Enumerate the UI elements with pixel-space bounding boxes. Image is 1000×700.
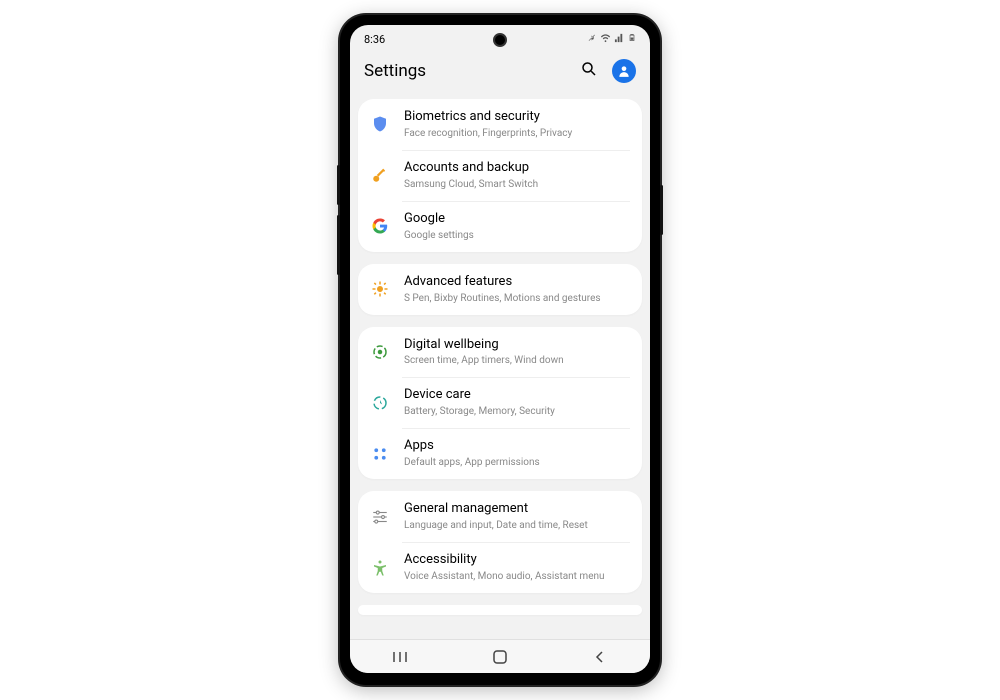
row-title: Device care: [404, 387, 630, 404]
row-text: General managementLanguage and input, Da…: [404, 501, 630, 532]
row-title: Advanced features: [404, 274, 630, 291]
row-text: AppsDefault apps, App permissions: [404, 438, 630, 469]
settings-list[interactable]: Biometrics and securityFace recognition,…: [350, 93, 650, 639]
row-text: AccessibilityVoice Assistant, Mono audio…: [404, 552, 630, 583]
row-subtitle: Voice Assistant, Mono audio, Assistant m…: [404, 570, 630, 583]
settings-group: General managementLanguage and input, Da…: [358, 491, 642, 593]
settings-row-accounts-and-backup[interactable]: Accounts and backupSamsung Cloud, Smart …: [358, 150, 642, 201]
settings-group: Biometrics and securityFace recognition,…: [358, 99, 642, 252]
wifi-icon: [600, 32, 611, 46]
page-title: Settings: [364, 61, 426, 81]
recent-apps-button[interactable]: [380, 650, 420, 664]
row-title: Google: [404, 211, 630, 228]
row-subtitle: Default apps, App permissions: [404, 456, 630, 469]
apps-grid-icon: [370, 444, 390, 464]
row-subtitle: Face recognition, Fingerprints, Privacy: [404, 127, 630, 140]
app-header: Settings: [350, 49, 650, 93]
power-button: [660, 185, 663, 235]
row-subtitle: Language and input, Date and time, Reset: [404, 519, 630, 532]
row-text: Biometrics and securityFace recognition,…: [404, 109, 630, 140]
phone-frame: 8:36 Settings: [340, 15, 660, 685]
settings-row-apps[interactable]: AppsDefault apps, App permissions: [358, 428, 642, 479]
profile-button[interactable]: [612, 59, 636, 83]
settings-row-general-management[interactable]: General managementLanguage and input, Da…: [358, 491, 642, 542]
signal-icon: [614, 32, 625, 46]
settings-row-digital-wellbeing[interactable]: Digital wellbeingScreen time, App timers…: [358, 327, 642, 378]
row-subtitle: Google settings: [404, 229, 630, 242]
row-subtitle: Battery, Storage, Memory, Security: [404, 405, 630, 418]
search-button[interactable]: [580, 60, 598, 82]
navigation-bar: [350, 639, 650, 673]
row-text: Device careBattery, Storage, Memory, Sec…: [404, 387, 630, 418]
status-time: 8:36: [364, 33, 385, 46]
row-text: GoogleGoogle settings: [404, 211, 630, 242]
settings-row-google[interactable]: GoogleGoogle settings: [358, 201, 642, 252]
wellbeing-icon: [370, 342, 390, 362]
row-subtitle: Samsung Cloud, Smart Switch: [404, 178, 630, 191]
row-text: Advanced featuresS Pen, Bixby Routines, …: [404, 274, 630, 305]
sliders-icon: [370, 507, 390, 527]
row-title: Digital wellbeing: [404, 337, 630, 354]
home-button[interactable]: [480, 649, 520, 665]
google-icon: [370, 216, 390, 236]
gear-plus-icon: [370, 279, 390, 299]
row-subtitle: Screen time, App timers, Wind down: [404, 354, 630, 367]
settings-group: Digital wellbeingScreen time, App timers…: [358, 327, 642, 480]
row-title: Accounts and backup: [404, 160, 630, 177]
settings-group: Advanced featuresS Pen, Bixby Routines, …: [358, 264, 642, 315]
status-icons: [587, 32, 636, 46]
battery-icon: [628, 32, 636, 46]
row-text: Digital wellbeingScreen time, App timers…: [404, 337, 630, 368]
device-care-icon: [370, 393, 390, 413]
front-camera: [493, 33, 507, 47]
settings-row-advanced-features[interactable]: Advanced featuresS Pen, Bixby Routines, …: [358, 264, 642, 315]
settings-row-device-care[interactable]: Device careBattery, Storage, Memory, Sec…: [358, 377, 642, 428]
screen: 8:36 Settings: [350, 25, 650, 673]
row-title: General management: [404, 501, 630, 518]
settings-row-biometrics-and-security[interactable]: Biometrics and securityFace recognition,…: [358, 99, 642, 150]
mute-icon: [587, 33, 597, 46]
volume-button: [337, 165, 340, 205]
key-icon: [370, 165, 390, 185]
settings-group: [358, 605, 642, 615]
row-subtitle: S Pen, Bixby Routines, Motions and gestu…: [404, 292, 630, 305]
row-title: Apps: [404, 438, 630, 455]
shield-icon: [370, 114, 390, 134]
settings-row-accessibility[interactable]: AccessibilityVoice Assistant, Mono audio…: [358, 542, 642, 593]
volume-button: [337, 215, 340, 275]
row-title: Accessibility: [404, 552, 630, 569]
back-button[interactable]: [580, 650, 620, 664]
row-text: Accounts and backupSamsung Cloud, Smart …: [404, 160, 630, 191]
accessibility-icon: [370, 558, 390, 578]
row-title: Biometrics and security: [404, 109, 630, 126]
